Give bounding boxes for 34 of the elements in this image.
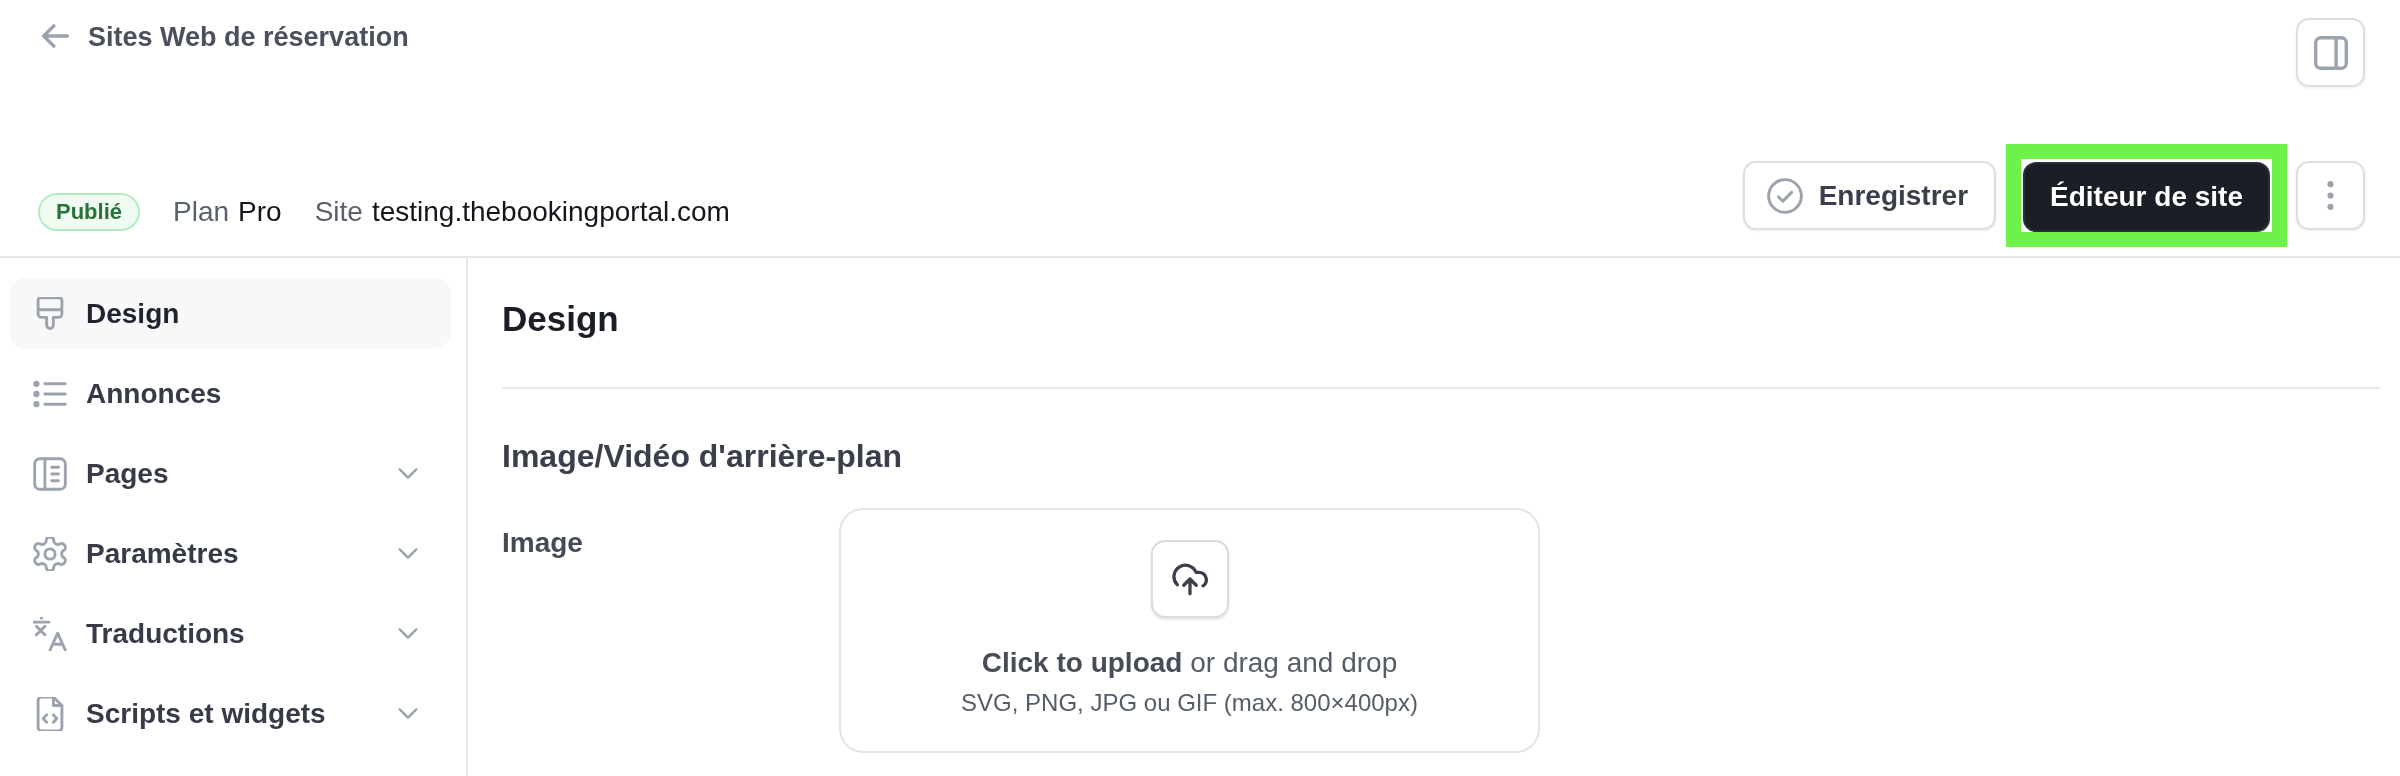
check-circle-icon: [1766, 177, 1803, 214]
upload-hint: SVG, PNG, JPG ou GIF (max. 800×400px): [961, 688, 1418, 717]
chevron-down-icon: [398, 708, 418, 719]
chevron-down-icon: [398, 548, 418, 559]
upload-dropzone[interactable]: Click to upload or drag and drop SVG, PNG, JPG ou GIF (max. 800×400px): [839, 508, 1540, 753]
book-icon: [33, 456, 67, 491]
group-title: Image/Vidéo d'arrière-plan: [502, 437, 904, 475]
field-label: Image: [502, 526, 584, 560]
chevron-down-icon: [398, 628, 418, 639]
plan-value: Pro: [238, 195, 282, 229]
section-heading: Design: [502, 298, 620, 339]
sidebar-item[interactable]: Scripts et widgets: [9, 678, 451, 749]
site-editor-button[interactable]: Éditeur de site: [2023, 162, 2270, 232]
site-url: testing.thebookingportal.com: [371, 195, 730, 229]
chevron-down-icon: [398, 468, 418, 479]
status-badge: Publié: [38, 193, 140, 231]
save-button[interactable]: Enregistrer: [1742, 161, 1997, 230]
back-arrow-icon[interactable]: [42, 24, 69, 48]
sidebar-item[interactable]: Traductions: [9, 598, 451, 669]
sidebar-item[interactable]: Annonces: [9, 358, 451, 429]
page-title: Sites Web de réservation: [88, 21, 409, 53]
site-label: Site: [314, 195, 363, 229]
vertical-dots-icon: [2326, 180, 2335, 211]
upload-cloud-icon: [1150, 540, 1229, 618]
panel-layout-icon: [2313, 35, 2348, 70]
more-options-button[interactable]: [2296, 161, 2365, 230]
plan-label: Plan: [173, 195, 230, 229]
translate-icon: [33, 616, 67, 651]
upload-prompt[interactable]: Click to upload or drag and drop: [981, 646, 1398, 680]
sidebar-item[interactable]: Paramètres: [9, 518, 451, 589]
sidebar-item[interactable]: Pages: [9, 438, 451, 509]
sidebar-item[interactable]: Design: [9, 278, 451, 349]
gear-icon: [33, 536, 67, 571]
panel-toggle-button[interactable]: [2296, 18, 2365, 87]
